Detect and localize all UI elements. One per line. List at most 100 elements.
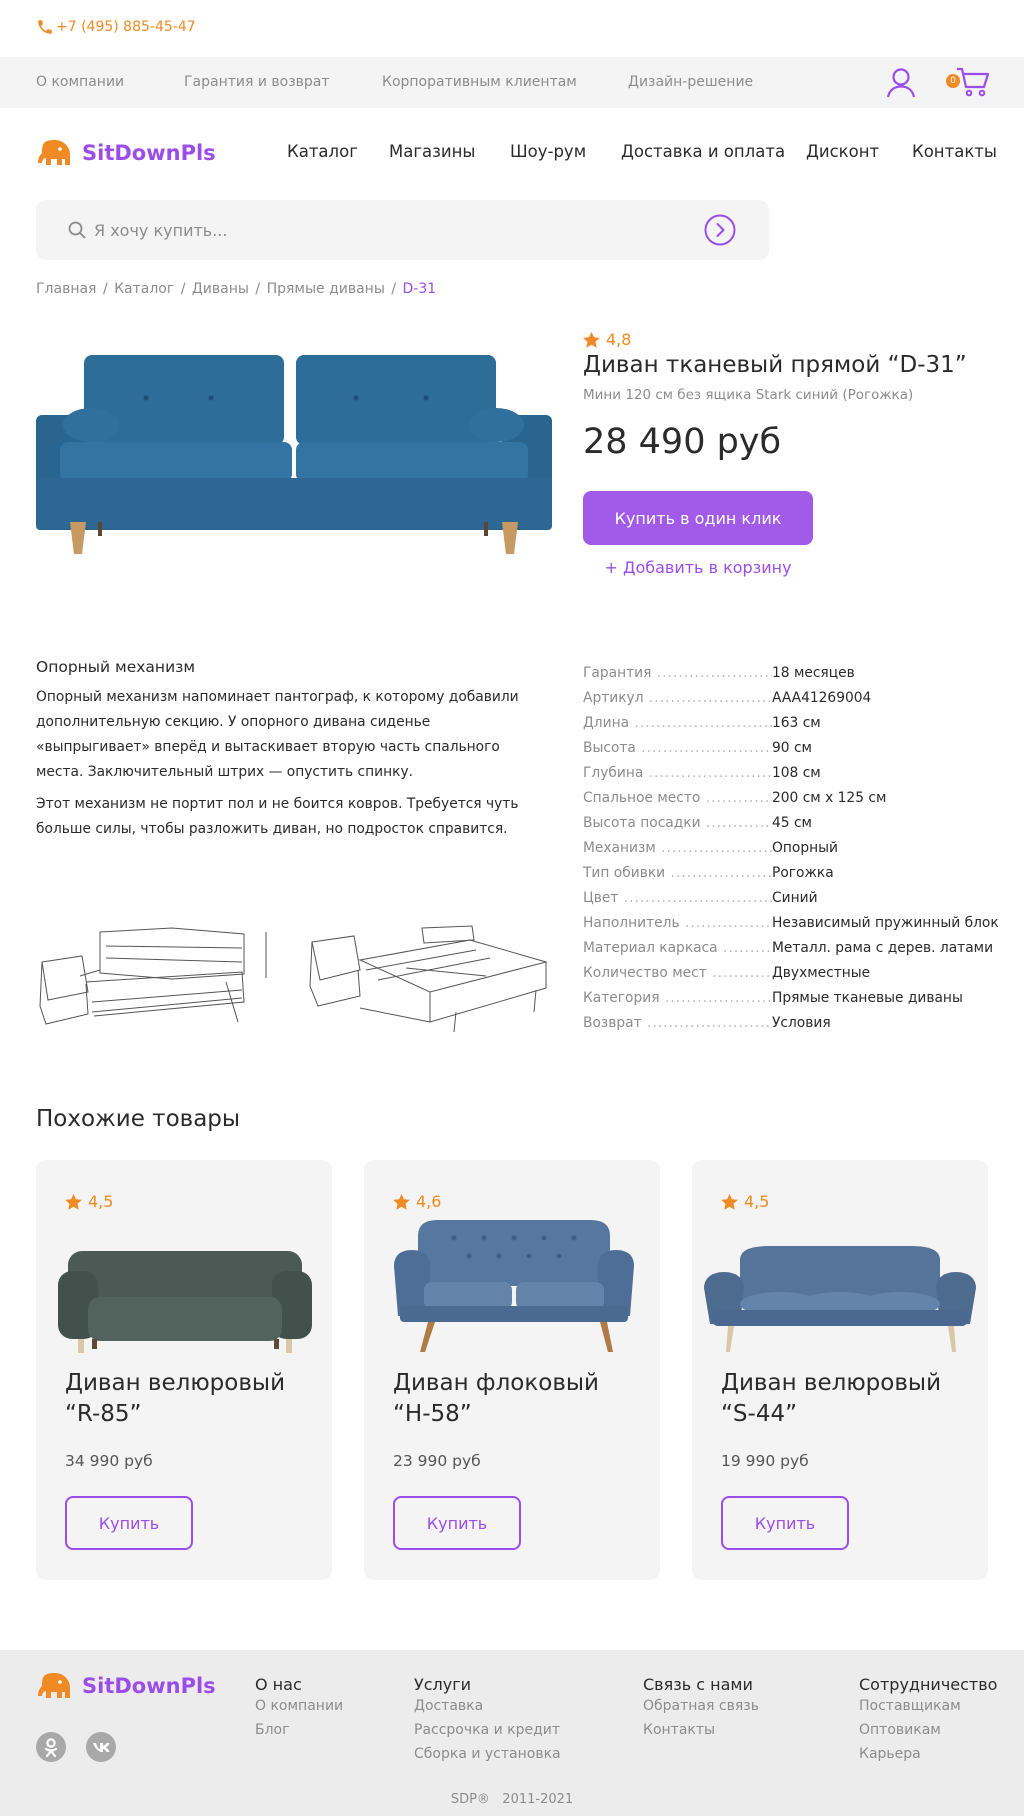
- spec-leader-dots: ........................................…: [656, 664, 772, 681]
- sofa-folded-drawing: [39, 927, 267, 1025]
- footer-col-title: Услуги: [414, 1675, 472, 1694]
- secondary-nav: О компании Гарантия и возврат Корпоратив…: [0, 57, 1024, 108]
- spec-value: 90 см: [772, 739, 812, 756]
- footer-link[interactable]: Оптовикам: [859, 1722, 941, 1738]
- card-buy-button[interactable]: Купить: [65, 1496, 193, 1550]
- product-rating: 4,8: [583, 330, 631, 349]
- spec-leader-dots: ........................................…: [661, 839, 772, 856]
- specs-table: Гарантия ...............................…: [583, 660, 1003, 1035]
- spec-row: Артикул ................................…: [583, 685, 1003, 710]
- product-card[interactable]: 4,5 Диван велюровый “S-44” 19 990 руб Ку…: [692, 1160, 988, 1580]
- cart-count-badge: 0: [946, 74, 960, 88]
- spec-leader-dots: ........................................…: [712, 964, 772, 981]
- spec-leader-dots: ........................................…: [705, 789, 772, 806]
- spec-leader-dots: ........................................…: [723, 939, 772, 956]
- green-sofa-image: [58, 1251, 312, 1353]
- card-price: 34 990 руб: [65, 1452, 153, 1470]
- spec-leader-dots: ........................................…: [684, 914, 772, 931]
- card-name: Диван велюровый “S-44”: [721, 1370, 942, 1427]
- spec-value: Опорный: [772, 839, 838, 856]
- nav-showroom[interactable]: Шоу-рум: [510, 142, 586, 161]
- spec-key: Артикул ................................…: [583, 690, 772, 706]
- breadcrumb-home[interactable]: Главная: [36, 281, 96, 297]
- spec-key-label: Наполнитель: [583, 914, 680, 931]
- spec-leader-dots: ........................................…: [648, 689, 772, 706]
- spec-value[interactable]: Условия: [772, 1015, 831, 1031]
- footer-link[interactable]: Рассрочка и кредит: [414, 1722, 560, 1738]
- spec-value: AAA41269004: [772, 689, 872, 706]
- spec-key: Материал каркаса .......................…: [583, 940, 772, 956]
- phone-number: +7 (495) 885-45-47: [56, 19, 196, 35]
- spec-key-label: Длина: [583, 714, 630, 731]
- buy-one-click-button[interactable]: Купить в один клик: [583, 491, 813, 545]
- breadcrumb-separator: /: [180, 281, 186, 297]
- product-card[interactable]: 4,6 Диван флоковый “H-58” 23 990 руб Куп…: [364, 1160, 660, 1580]
- vk-icon[interactable]: [86, 1732, 116, 1762]
- spec-leader-dots: ........................................…: [670, 864, 772, 881]
- vk-glyph: [93, 1743, 110, 1752]
- spec-key-label: Артикул: [583, 689, 644, 706]
- spec-value: 45 см: [772, 814, 812, 831]
- subnav-about[interactable]: О компании: [36, 74, 124, 90]
- footer-link[interactable]: Обратная связь: [643, 1698, 759, 1714]
- footer-link[interactable]: Поставщикам: [859, 1698, 961, 1714]
- spec-row: Высота .................................…: [583, 735, 1003, 760]
- breadcrumb-current: D-31: [402, 281, 437, 297]
- arrow-right-circle-icon[interactable]: [704, 214, 736, 246]
- footer-link[interactable]: Сборка и установка: [414, 1746, 561, 1762]
- logo[interactable]: SitDownPls: [36, 139, 216, 167]
- sofa-unfolded-drawing: [309, 925, 548, 1033]
- spec-row: Материал каркаса .......................…: [583, 935, 1003, 960]
- spec-leader-dots: ........................................…: [634, 714, 772, 731]
- card-rating-value: 4,5: [88, 1192, 114, 1211]
- footer-link[interactable]: О компании: [255, 1698, 343, 1714]
- description-paragraph: Опорный механизм напоминает пантограф, к…: [36, 689, 519, 780]
- footer-col-title: О нас: [255, 1675, 302, 1694]
- subnav-design[interactable]: Дизайн-решение: [628, 74, 753, 90]
- nav-delivery[interactable]: Доставка и оплата: [621, 142, 785, 161]
- footer-link[interactable]: Карьера: [859, 1746, 921, 1762]
- odnoklassniki-icon[interactable]: [36, 1732, 66, 1762]
- footer-link[interactable]: Контакты: [643, 1722, 715, 1738]
- spec-row: Количество мест ........................…: [583, 960, 1003, 985]
- card-buy-button[interactable]: Купить: [393, 1496, 521, 1550]
- breadcrumb-sofas[interactable]: Диваны: [192, 281, 249, 297]
- footer-link[interactable]: Доставка: [414, 1698, 483, 1714]
- subnav-warranty[interactable]: Гарантия и возврат: [184, 74, 330, 90]
- spec-key: Наполнитель ............................…: [583, 915, 772, 931]
- card-rating: 4,6: [393, 1192, 441, 1211]
- product-card[interactable]: 4,5 Диван велюровый “R-85” 34 990 руб Ку…: [36, 1160, 332, 1580]
- spec-row: Длина ..................................…: [583, 710, 1003, 735]
- search-input[interactable]: [94, 218, 694, 242]
- footer-logo[interactable]: SitDownPls: [36, 1672, 216, 1700]
- spec-row: Гарантия ...............................…: [583, 660, 1003, 685]
- spec-key: Количество мест ........................…: [583, 965, 772, 981]
- star-icon: [393, 1193, 410, 1210]
- footer-link[interactable]: Блог: [255, 1722, 289, 1738]
- nav-discount[interactable]: Дисконт: [806, 142, 879, 161]
- card-rating: 4,5: [721, 1192, 769, 1211]
- card-rating-value: 4,6: [416, 1192, 442, 1211]
- spec-row: Механизм ...............................…: [583, 835, 1003, 860]
- breadcrumb-catalog[interactable]: Каталог: [114, 281, 174, 297]
- spec-key-label: Высота посадки: [583, 814, 701, 831]
- spec-row: Спальное место .........................…: [583, 785, 1003, 810]
- subnav-corporate[interactable]: Корпоративным клиентам: [382, 74, 577, 90]
- add-to-cart-link[interactable]: + Добавить в корзину: [583, 558, 813, 577]
- nav-stores[interactable]: Магазины: [389, 142, 475, 161]
- spec-key-label: Глубина: [583, 764, 644, 781]
- user-icon[interactable]: [886, 67, 916, 99]
- nav-catalog[interactable]: Каталог: [287, 142, 358, 161]
- nav-contacts[interactable]: Контакты: [912, 142, 997, 161]
- card-buy-button[interactable]: Купить: [721, 1496, 849, 1550]
- product-price: 28 490 руб: [583, 422, 782, 462]
- breadcrumb-straight-sofas[interactable]: Прямые диваны: [267, 281, 385, 297]
- spec-leader-dots: ........................................…: [664, 989, 772, 1006]
- odnoklassniki-glyph: [44, 1738, 58, 1758]
- footer-col-title: Сотрудничество: [859, 1675, 998, 1694]
- spec-key: Возврат ................................…: [583, 1015, 772, 1031]
- phone-link[interactable]: +7 (495) 885-45-47: [36, 18, 196, 36]
- spec-key: Глубина ................................…: [583, 765, 772, 781]
- cart-icon[interactable]: [956, 67, 990, 97]
- spec-key-label: Цвет: [583, 889, 619, 906]
